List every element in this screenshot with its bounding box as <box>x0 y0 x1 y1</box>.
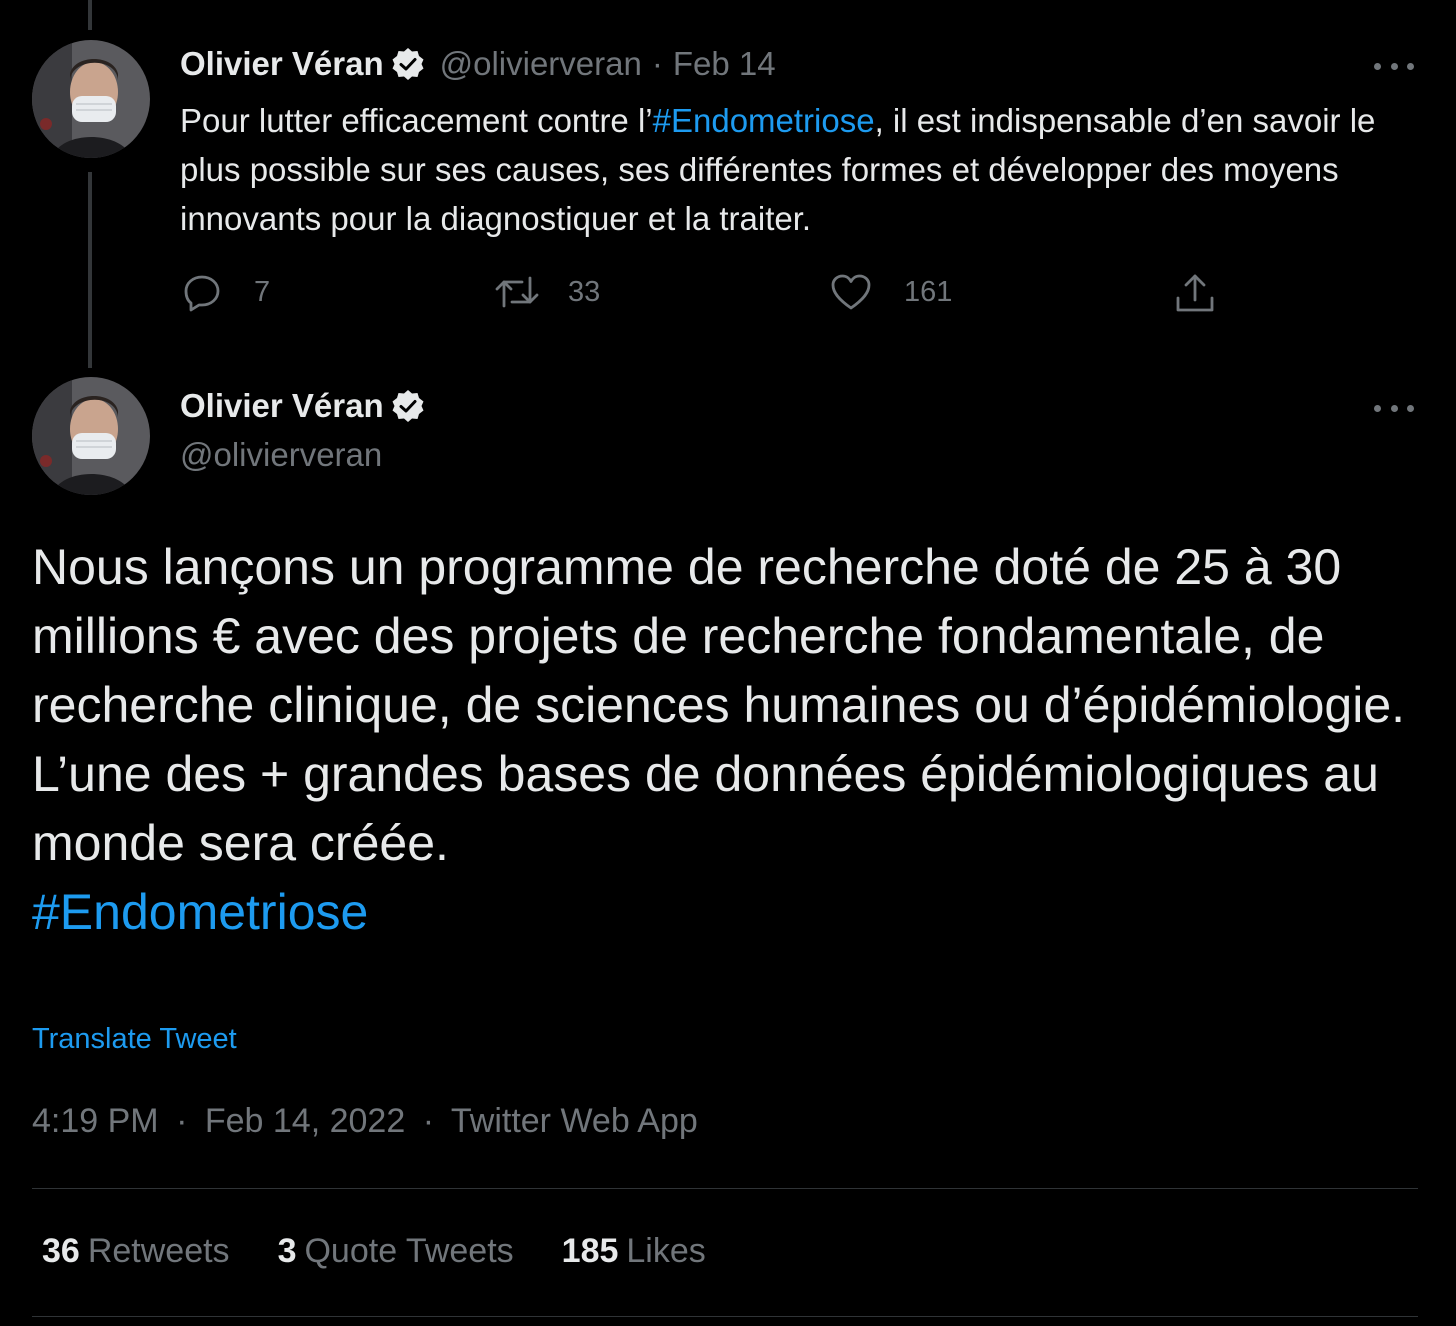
quote-tweets-count: 3 <box>277 1232 297 1270</box>
main-tweet-header: Olivier Véran <box>180 387 440 425</box>
retweets-label: Retweets <box>87 1232 230 1270</box>
retweet-icon <box>494 272 540 312</box>
author-name[interactable]: Olivier Véran <box>180 45 384 83</box>
avatar[interactable] <box>32 40 150 158</box>
parent-tweet-header: Olivier Véran @olivierveran · Feb 14 <box>180 45 776 83</box>
likes-label: Likes <box>626 1232 706 1270</box>
thread-line-top <box>88 0 92 30</box>
divider <box>32 1316 1418 1317</box>
retweet-button[interactable]: 33 <box>494 272 600 312</box>
separator: · <box>176 1102 188 1140</box>
tweet-paragraph: Nous lançons un programme de recherche d… <box>32 539 1406 733</box>
like-button[interactable]: 161 <box>830 272 952 312</box>
likes-stat[interactable]: 185 Likes <box>562 1232 706 1271</box>
share-icon <box>1174 272 1216 316</box>
avatar[interactable] <box>32 377 150 495</box>
parent-tweet-text: Pour lutter efficacement contre l’#Endom… <box>180 96 1420 243</box>
reply-button[interactable]: 7 <box>182 272 270 312</box>
engagement-stats: 36 Retweets 3 Quote Tweets 185 Likes <box>42 1232 754 1271</box>
translate-tweet-link[interactable]: Translate Tweet <box>32 1023 237 1056</box>
tweet-text-part: Pour lutter efficacement contre l’ <box>180 102 653 139</box>
main-tweet-text: Nous lançons un programme de recherche d… <box>32 533 1422 947</box>
author-handle[interactable]: @olivierveran <box>440 45 642 83</box>
more-options-icon[interactable] <box>1374 400 1414 416</box>
retweet-count: 33 <box>568 275 601 308</box>
thread-line-connector <box>88 172 92 368</box>
retweets-count: 36 <box>42 1232 80 1270</box>
quote-tweets-label: Quote Tweets <box>304 1232 514 1270</box>
author-handle[interactable]: @olivierveran <box>180 436 382 474</box>
hashtag-link[interactable]: #Endometriose <box>653 102 875 139</box>
verified-badge-icon <box>390 388 426 424</box>
like-count: 161 <box>904 275 953 308</box>
more-options-icon[interactable] <box>1374 58 1414 74</box>
separator: · <box>651 45 663 82</box>
quote-tweets-stat[interactable]: 3 Quote Tweets <box>278 1232 514 1271</box>
tweet-time[interactable]: 4:19 PM <box>32 1102 159 1140</box>
retweets-stat[interactable]: 36 Retweets <box>42 1232 230 1271</box>
divider <box>32 1188 1418 1189</box>
tweet-source[interactable]: Twitter Web App <box>451 1102 698 1140</box>
reply-icon <box>182 272 222 312</box>
reply-count: 7 <box>254 275 271 308</box>
tweet-metadata: 4:19 PM · Feb 14, 2022 · Twitter Web App <box>32 1102 698 1141</box>
tweet-date[interactable]: Feb 14 <box>673 45 776 83</box>
verified-badge-icon <box>390 46 426 82</box>
heart-icon <box>830 272 872 312</box>
likes-count: 185 <box>561 1232 619 1270</box>
share-button[interactable] <box>1174 272 1216 316</box>
main-tweet-handle-line: @olivierveran <box>180 436 382 474</box>
author-name[interactable]: Olivier Véran <box>180 387 384 425</box>
hashtag-link[interactable]: #Endometriose <box>32 878 1422 947</box>
tweet-full-date[interactable]: Feb 14, 2022 <box>205 1102 405 1140</box>
tweet-paragraph: L’une des + grandes bases de données épi… <box>32 746 1379 871</box>
separator: · <box>422 1102 435 1140</box>
